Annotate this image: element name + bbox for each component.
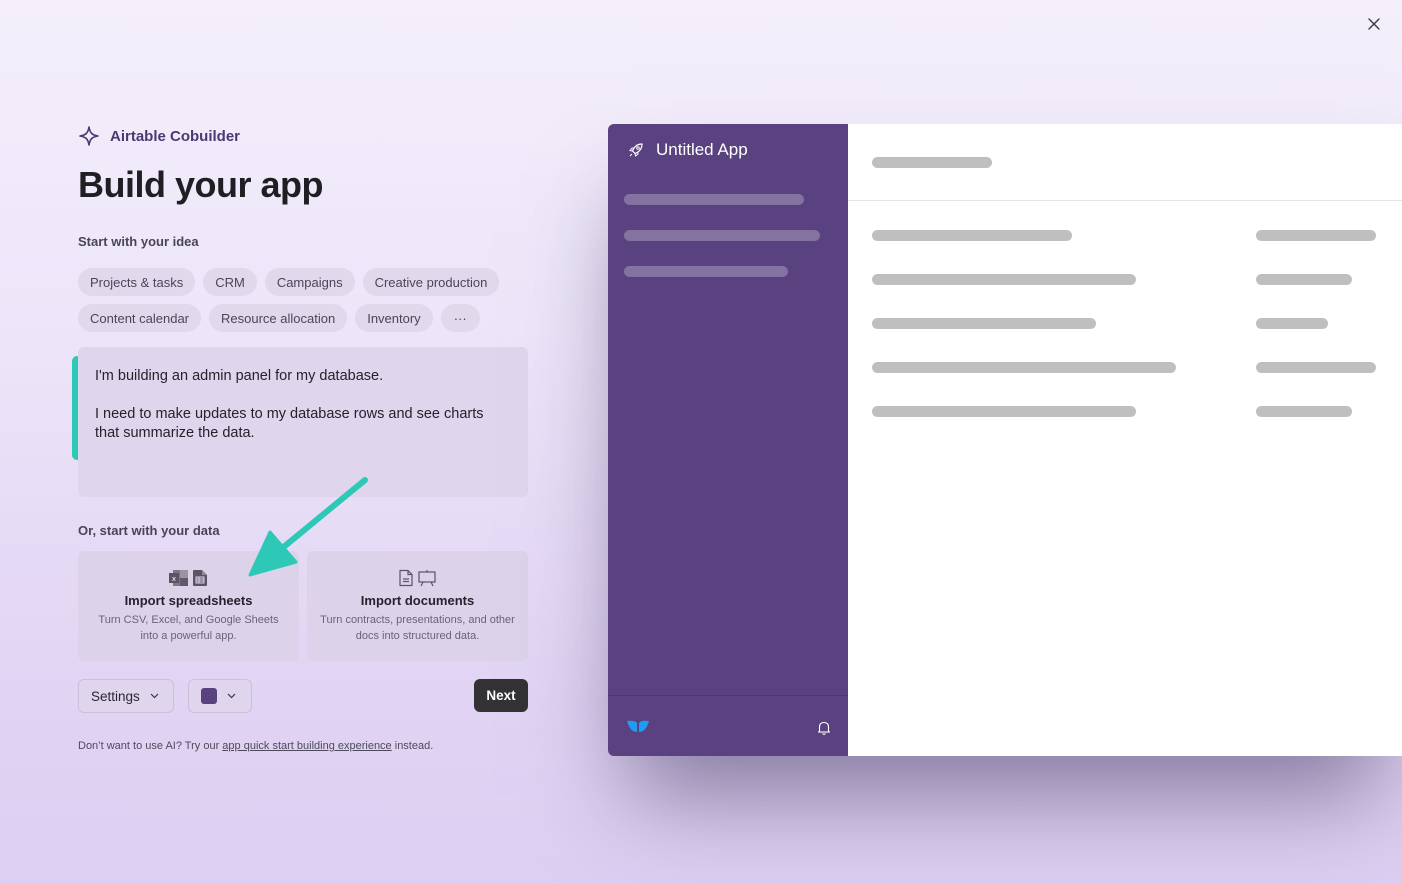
idea-section-label: Start with your idea [78,234,199,249]
row-placeholder-primary [872,230,1072,241]
chip-projects-tasks[interactable]: Projects & tasks [78,268,196,296]
document-icon [399,569,413,587]
app-preview: Untitled App [608,124,1402,756]
preview-main [848,124,1402,756]
page-title: Build your app [78,164,324,205]
bell-icon[interactable] [817,720,831,736]
sheets-icon [193,570,207,586]
data-section-label: Or, start with your data [78,523,220,538]
quick-start-link[interactable]: app quick start building experience [222,740,391,752]
row-placeholder-secondary [1256,230,1376,241]
sparkle-icon [79,126,99,146]
row-placeholder-primary [872,318,1096,329]
footnote-prefix: Don’t want to use AI? Try our [78,740,223,752]
header-placeholder [872,157,992,168]
chip-content-calendar[interactable]: Content calendar [78,304,202,332]
preview-app-title: Untitled App [628,140,748,160]
row-placeholder-secondary [1256,362,1376,373]
row-placeholder-primary [872,274,1136,285]
presentation-icon [418,570,436,587]
rocket-icon [629,143,643,157]
airtable-logo-icon [627,720,649,732]
sidebar-placeholder-item [624,266,788,277]
card-description: Turn CSV, Excel, and Google Sheets into … [98,614,279,642]
row-placeholder-secondary [1256,318,1328,329]
card-title: Import documents [360,593,475,608]
chevron-down-icon [227,693,236,699]
preview-app-name: Untitled App [656,140,748,159]
idea-chips: Projects & tasks CRM Campaigns Creative … [78,268,538,332]
chip-resource-allocation[interactable]: Resource allocation [209,304,348,332]
footnote: Don’t want to use AI? Try our app quick … [78,740,433,752]
svg-text:x: x [172,575,176,583]
row-placeholder-primary [872,406,1136,417]
brand: Airtable Cobuilder [78,125,240,147]
chevron-down-icon [150,693,159,699]
more-chips-button[interactable]: ··· [440,304,480,332]
sidebar-placeholder-item [624,194,804,205]
footnote-suffix: instead. [391,740,434,752]
prompt-line: I'm building an admin panel for my datab… [95,368,384,384]
card-description: Turn contracts, presentations, and other… [320,614,515,642]
next-button[interactable]: Next [474,679,528,712]
chip-crm[interactable]: CRM [203,268,257,296]
close-icon [1368,18,1380,30]
brand-name: Airtable Cobuilder [110,127,241,145]
settings-dropdown[interactable]: Settings [78,679,174,713]
arrow-annotation [248,477,368,577]
chip-creative-production[interactable]: Creative production [362,268,500,296]
preview-sidebar-footer [608,695,848,756]
preview-sidebar: Untitled App [608,124,848,756]
row-placeholder-primary [872,362,1176,373]
excel-icon: x [169,570,188,586]
action-row: Settings Next [78,679,528,713]
card-title: Import spreadsheets [124,593,253,608]
row-placeholder-secondary [1256,406,1352,417]
preview-header [848,124,1402,201]
color-swatch [201,688,217,704]
color-picker-dropdown[interactable] [188,679,252,713]
row-placeholder-secondary [1256,274,1352,285]
sidebar-placeholder-item [624,230,820,241]
chip-campaigns[interactable]: Campaigns [264,268,355,296]
chip-inventory[interactable]: Inventory [355,304,433,332]
prompt-line: I need to make updates to my database ro… [95,406,484,441]
close-button[interactable] [1364,14,1384,34]
settings-label: Settings [91,688,140,704]
